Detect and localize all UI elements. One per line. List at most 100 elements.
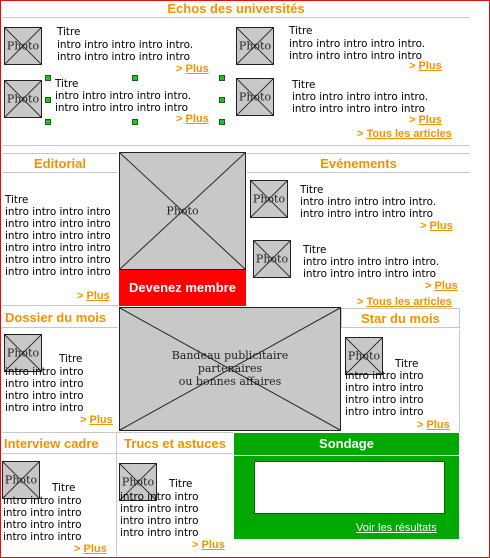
evenements-item-2-more-link[interactable]: > Plus bbox=[425, 280, 458, 292]
echos-item-3-more-link[interactable]: > Plus bbox=[176, 113, 209, 125]
echos-item-1-title: Titre bbox=[57, 26, 81, 38]
echos-item-4-intro: intro intro intro intro intro bbox=[292, 103, 425, 115]
echos-item-4-intro: intro intro intro intro intro. bbox=[292, 91, 429, 103]
echos-item-4-more-link[interactable]: > Plus bbox=[409, 114, 442, 126]
star-intro: intro intro intro bbox=[345, 370, 424, 382]
sondage-results-link[interactable]: Voir les résultats bbox=[356, 522, 437, 534]
trucs-item-title: Titre bbox=[169, 478, 193, 490]
interview-intro: intro intro intro bbox=[3, 495, 82, 507]
echos-item-2-title: Titre bbox=[289, 25, 313, 37]
resize-handle[interactable] bbox=[132, 75, 138, 81]
echos-item-3-intro: intro intro intro intro intro. bbox=[55, 90, 192, 102]
resize-handle[interactable] bbox=[45, 119, 51, 125]
echos-item-4-title: Titre bbox=[292, 79, 316, 91]
interview-title: Interview cadre bbox=[4, 436, 99, 451]
editorial-item-title: Titre bbox=[5, 194, 29, 206]
evenements-item-1-title: Titre bbox=[300, 184, 324, 196]
interview-item-title: Titre bbox=[52, 482, 76, 494]
star-intro: intro intro intro bbox=[345, 382, 424, 394]
star-more-link[interactable]: > Plus bbox=[417, 419, 450, 431]
trucs-more-link[interactable]: > Plus bbox=[192, 539, 225, 551]
resize-handle[interactable] bbox=[132, 119, 138, 125]
sondage-title: Sondage bbox=[319, 436, 374, 451]
devenez-membre-label: Devenez membre bbox=[129, 280, 236, 295]
resize-handle[interactable] bbox=[45, 97, 51, 103]
evenements-photo-2[interactable]: Photo bbox=[253, 240, 291, 278]
evenements-all-articles-link[interactable]: > Tous les articles bbox=[357, 296, 452, 308]
editorial-header: Editorial bbox=[2, 153, 118, 173]
echos-photo-3[interactable]: Photo bbox=[4, 80, 42, 118]
editorial-intro: intro intro intro intro bbox=[5, 230, 111, 242]
interview-header: Interview cadre bbox=[2, 432, 116, 454]
ad-banner-text: Bandeau publicitaire partenaires ou bonn… bbox=[171, 349, 289, 388]
evenements-item-1-more-link[interactable]: > Plus bbox=[420, 220, 453, 232]
trucs-intro: intro intro intro bbox=[120, 491, 199, 503]
dossier-intro: intro intro intro bbox=[5, 402, 84, 414]
dossier-more-link[interactable]: > Plus bbox=[80, 414, 113, 426]
echos-item-1-intro: intro intro intro intro intro bbox=[57, 51, 190, 63]
dossier-intro: intro intro intro bbox=[5, 366, 84, 378]
interview-more-link[interactable]: > Plus bbox=[74, 543, 107, 555]
devenez-membre-button[interactable]: Devenez membre bbox=[119, 270, 246, 306]
sondage-divider bbox=[234, 455, 459, 456]
divider bbox=[2, 305, 118, 306]
evenements-photo-1[interactable]: Photo bbox=[250, 180, 288, 218]
echos-item-2-more-link[interactable]: > Plus bbox=[409, 60, 442, 72]
trucs-intro: intro intro intro bbox=[120, 515, 199, 527]
evenements-item-2-title: Titre bbox=[303, 244, 327, 256]
resize-handle[interactable] bbox=[219, 97, 225, 103]
evenements-item-1-intro: intro intro intro intro intro bbox=[300, 208, 433, 220]
sondage-poll-box[interactable] bbox=[254, 461, 445, 514]
trucs-title: Trucs et astuces bbox=[124, 436, 226, 451]
dossier-intro: intro intro intro bbox=[5, 378, 84, 390]
interview-intro: intro intro intro bbox=[3, 531, 82, 543]
echos-item-3-intro: intro intro intro intro intro bbox=[55, 102, 188, 114]
editorial-intro: intro intro intro intro bbox=[5, 242, 111, 254]
interview-photo[interactable]: Photo bbox=[2, 461, 40, 499]
echos-item-2-intro: intro intro intro intro intro. bbox=[289, 38, 426, 50]
echos-item-1-intro: intro intro intro intro intro. bbox=[57, 39, 194, 51]
editorial-more-link[interactable]: > Plus bbox=[77, 290, 110, 302]
editorial-intro: intro intro intro intro bbox=[5, 254, 111, 266]
evenements-item-2-intro: intro intro intro intro intro. bbox=[303, 256, 440, 268]
dossier-header: Dossier du mois bbox=[2, 308, 118, 328]
echos-photo-2[interactable]: Photo bbox=[236, 27, 274, 65]
dossier-item-title: Titre bbox=[59, 353, 83, 365]
trucs-header: Trucs et astuces bbox=[117, 432, 233, 454]
editorial-intro: intro intro intro intro bbox=[5, 218, 111, 230]
center-photo[interactable]: Photo bbox=[119, 152, 246, 270]
evenements-title: Evénements bbox=[320, 156, 397, 171]
star-title: Star du mois bbox=[361, 311, 440, 326]
evenements-item-1-intro: intro intro intro intro intro. bbox=[300, 196, 437, 208]
echos-all-articles-link[interactable]: > Tous les articles bbox=[357, 128, 452, 140]
trucs-intro: intro intro intro bbox=[120, 503, 199, 515]
divider bbox=[459, 329, 460, 432]
star-header: Star du mois bbox=[341, 308, 460, 328]
star-intro: intro intro intro bbox=[345, 406, 424, 418]
echos-item-3-title: Titre bbox=[55, 78, 79, 90]
resize-handle[interactable] bbox=[219, 75, 225, 81]
evenements-header: Evénements bbox=[247, 153, 470, 173]
editorial-intro: intro intro intro intro bbox=[5, 206, 111, 218]
echos-header: Echos des universités bbox=[2, 0, 470, 18]
dossier-intro: intro intro intro bbox=[5, 390, 84, 402]
sondage-panel: Sondage Voir les résultats bbox=[234, 433, 459, 539]
trucs-intro: intro intro intro bbox=[120, 527, 199, 539]
interview-intro: intro intro intro bbox=[3, 519, 82, 531]
star-intro: intro intro intro bbox=[345, 394, 424, 406]
editorial-intro: intro intro intro intro bbox=[5, 266, 111, 278]
dossier-title: Dossier du mois bbox=[5, 310, 107, 325]
echos-title: Echos des universités bbox=[167, 1, 305, 16]
evenements-item-2-intro: intro intro intro intro intro bbox=[303, 268, 436, 280]
divider bbox=[2, 145, 470, 146]
interview-intro: intro intro intro bbox=[3, 507, 82, 519]
echos-photo-1[interactable]: Photo bbox=[4, 27, 42, 65]
resize-handle[interactable] bbox=[219, 119, 225, 125]
echos-photo-4[interactable]: Photo bbox=[236, 78, 274, 116]
echos-item-1-more-link[interactable]: > Plus bbox=[176, 63, 209, 75]
star-item-title: Titre bbox=[395, 358, 419, 370]
echos-item-2-intro: intro intro intro intro intro bbox=[289, 50, 422, 62]
editorial-title: Editorial bbox=[33, 156, 86, 171]
resize-handle[interactable] bbox=[45, 75, 51, 81]
ad-banner[interactable]: Bandeau publicitaire partenaires ou bonn… bbox=[119, 307, 341, 431]
